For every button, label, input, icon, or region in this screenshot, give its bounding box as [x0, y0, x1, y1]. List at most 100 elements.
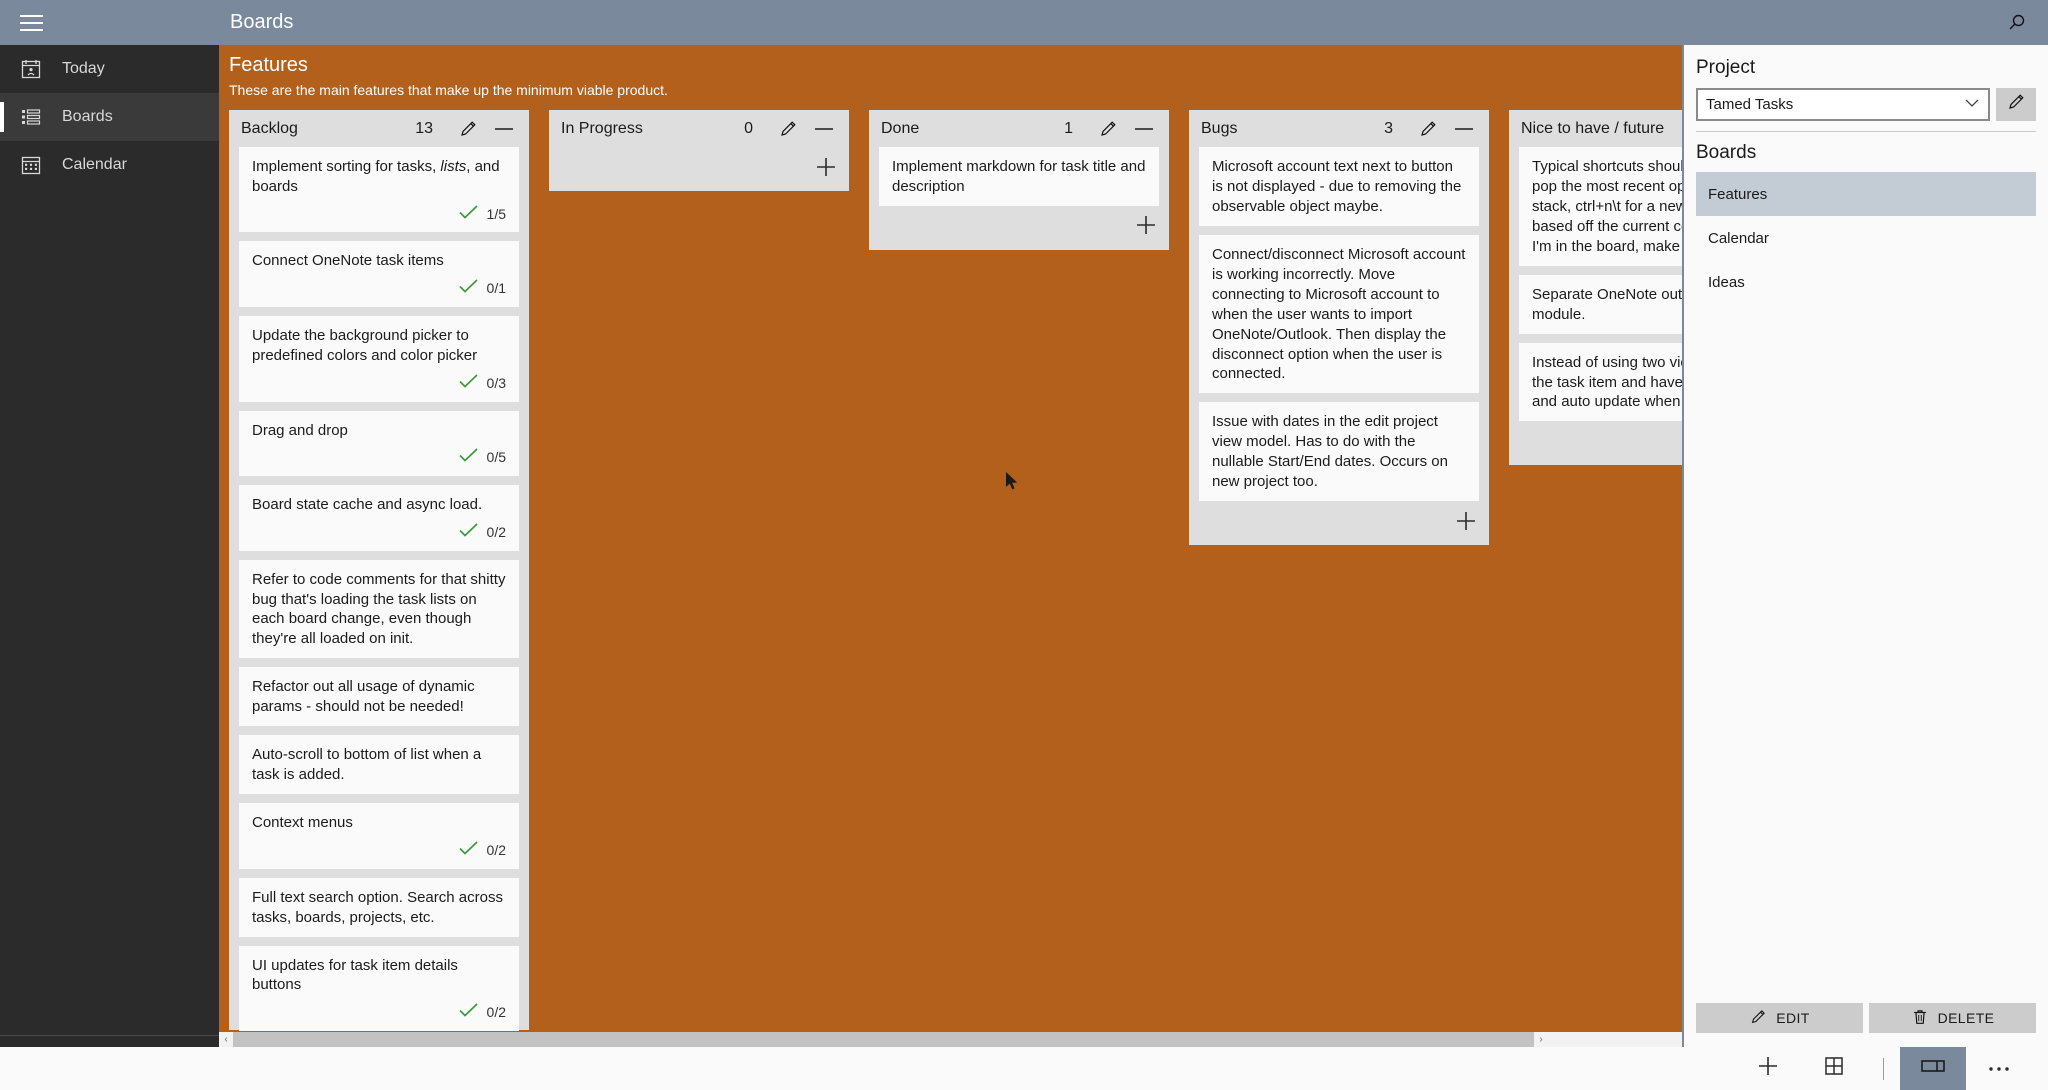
column-count: 1 — [1064, 120, 1073, 138]
task-card[interactable]: Typical shortcuts should work - ctrl+z p… — [1519, 147, 1682, 266]
add-button[interactable] — [1735, 1047, 1801, 1090]
app-root: Boards Today — [0, 0, 2048, 1090]
task-progress-label: 0/2 — [487, 1003, 506, 1022]
more-button[interactable] — [1966, 1047, 2032, 1090]
grid-icon — [1823, 1055, 1845, 1082]
edit-button[interactable]: EDIT — [1696, 1003, 1863, 1033]
delete-button-label: DELETE — [1938, 1010, 1995, 1026]
task-card-text: Board state cache and async load. — [252, 495, 506, 515]
board-list-item-label: Calendar — [1708, 230, 1769, 247]
task-card-text: Typical shortcuts should work - ctrl+z p… — [1532, 157, 1682, 257]
add-task-button[interactable] — [1189, 501, 1489, 545]
board-horizontal-scrollbar[interactable]: ‹ › — [219, 1032, 1682, 1047]
plus-icon — [1135, 214, 1157, 241]
column-cards: Microsoft account text next to button is… — [1189, 147, 1489, 501]
column-name: Done — [881, 120, 1064, 138]
pencil-icon[interactable] — [455, 119, 481, 139]
pencil-icon[interactable] — [1095, 119, 1121, 139]
sidebar-item-calendar[interactable]: Calendar — [0, 141, 219, 189]
add-task-button[interactable] — [869, 206, 1169, 250]
task-card[interactable]: Instead of using two view models for the… — [1519, 343, 1682, 422]
task-card-text: UI updates for task item details buttons — [252, 956, 506, 996]
task-card[interactable]: Connect/disconnect Microsoft account is … — [1199, 235, 1479, 394]
column-cards: Typical shortcuts should work - ctrl+z p… — [1509, 147, 1682, 421]
task-card[interactable]: UI updates for task item details buttons… — [239, 946, 519, 1031]
column-count: 13 — [415, 120, 433, 138]
minimize-dash-icon[interactable] — [811, 124, 837, 134]
task-card[interactable]: Implement markdown for task title and de… — [879, 147, 1159, 206]
task-progress-label: 0/1 — [487, 279, 506, 298]
grid-view-button[interactable] — [1801, 1047, 1867, 1090]
task-card[interactable]: Refactor out all usage of dynamic params… — [239, 667, 519, 726]
minimize-dash-icon[interactable] — [491, 124, 517, 134]
task-card[interactable]: Separate OneNote out into a separate mod… — [1519, 275, 1682, 334]
check-icon — [459, 523, 478, 542]
pencil-icon — [1749, 1008, 1767, 1029]
task-card[interactable]: Microsoft account text next to button is… — [1199, 147, 1479, 226]
edit-project-button[interactable] — [1996, 88, 2036, 121]
minimize-dash-icon[interactable] — [1131, 124, 1157, 134]
add-task-button[interactable] — [1509, 421, 1682, 465]
search-icon[interactable] — [1986, 0, 2048, 45]
board-list-item[interactable]: Ideas — [1696, 260, 2036, 304]
edit-button-label: EDIT — [1776, 1010, 1810, 1026]
task-progress-label: 0/5 — [487, 448, 506, 467]
minimize-dash-icon[interactable] — [1451, 124, 1477, 134]
board-list-item[interactable]: Features — [1696, 172, 2036, 216]
task-progress: 0/1 — [252, 279, 506, 298]
task-card[interactable]: Context menus0/2 — [239, 803, 519, 869]
column-count: 3 — [1384, 120, 1393, 138]
task-card[interactable]: Full text search option. Search across t… — [239, 878, 519, 937]
panel-view-button[interactable] — [1900, 1047, 1966, 1090]
project-panel: Project Tamed Tasks Boards FeaturesCalen… — [1682, 45, 2048, 1047]
task-card[interactable]: Connect OneNote task items0/1 — [239, 241, 519, 307]
task-card[interactable]: Refer to code comments for that shitty b… — [239, 560, 519, 659]
task-card-text: Connect/disconnect Microsoft account is … — [1212, 245, 1466, 385]
scroll-left-arrow[interactable]: ‹ — [219, 1034, 233, 1045]
panel-actions: EDIT DELETE — [1684, 1003, 2048, 1047]
column-name: Bugs — [1201, 120, 1384, 138]
project-select-row: Tamed Tasks — [1696, 88, 2036, 121]
add-task-button[interactable] — [549, 147, 849, 191]
sidebar: Today Boards — [0, 45, 219, 1090]
check-icon — [459, 374, 478, 393]
task-card[interactable]: Issue with dates in the edit project vie… — [1199, 402, 1479, 501]
board-column: In Progress0 — [549, 110, 849, 191]
task-card[interactable]: Drag and drop0/5 — [239, 411, 519, 477]
check-icon — [459, 1003, 478, 1022]
board-list-item[interactable]: Calendar — [1696, 216, 2036, 260]
column-name: Nice to have / future — [1521, 120, 1682, 138]
task-progress-label: 1/5 — [487, 205, 506, 224]
pencil-icon[interactable] — [1415, 119, 1441, 139]
trash-icon — [1911, 1008, 1929, 1029]
task-card[interactable]: Implement sorting for tasks, lists, and … — [239, 147, 519, 232]
hamburger-icon[interactable] — [0, 0, 62, 45]
task-card[interactable]: Auto-scroll to bottom of list when a tas… — [239, 735, 519, 794]
boards-list: Features Calendar Ideas — [1696, 172, 2036, 304]
task-progress: 0/3 — [252, 374, 506, 393]
pencil-icon — [2006, 92, 2026, 117]
check-icon — [459, 279, 478, 298]
task-card-text: Instead of using two view models for the… — [1532, 353, 1682, 413]
ellipsis-icon — [1986, 1060, 2012, 1078]
column-header: In Progress0 — [549, 110, 849, 147]
boards-label: Boards — [1696, 142, 2048, 164]
scroll-right-arrow[interactable]: › — [1534, 1034, 1548, 1045]
column-header: Backlog13 — [229, 110, 529, 147]
board-subtitle: These are the main features that make up… — [229, 82, 1682, 98]
sidebar-item-boards[interactable]: Boards — [0, 93, 219, 141]
scrollbar-thumb[interactable] — [233, 1032, 1534, 1047]
task-card[interactable]: Board state cache and async load.0/2 — [239, 485, 519, 551]
command-bar — [0, 1047, 2048, 1090]
check-icon — [459, 448, 478, 467]
list-board-icon — [0, 106, 62, 128]
task-progress: 0/2 — [252, 1003, 506, 1022]
sidebar-item-today[interactable]: Today — [0, 45, 219, 93]
pencil-icon[interactable] — [775, 119, 801, 139]
board-column: Bugs3 Microsoft account text next to butt… — [1189, 110, 1489, 545]
task-card[interactable]: Update the background picker to predefin… — [239, 316, 519, 401]
sidebar-item-label: Calendar — [62, 156, 127, 174]
delete-button[interactable]: DELETE — [1869, 1003, 2036, 1033]
project-select[interactable]: Tamed Tasks — [1696, 88, 1990, 121]
page-title: Boards — [230, 11, 293, 34]
